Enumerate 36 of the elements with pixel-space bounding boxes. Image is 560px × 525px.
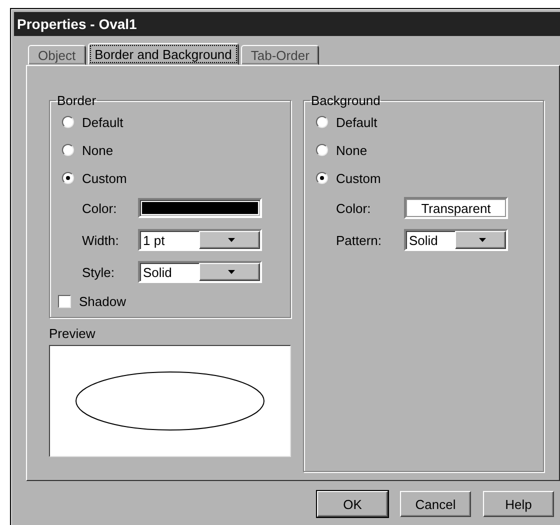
radio-button[interactable] bbox=[316, 144, 328, 156]
caret-icon bbox=[228, 270, 234, 274]
radio-label: None bbox=[336, 142, 368, 158]
checkbox[interactable] bbox=[58, 294, 71, 308]
tab[interactable]: Object bbox=[28, 45, 86, 65]
checkbox-label: Shadow bbox=[79, 294, 126, 308]
radio-label: Default bbox=[336, 114, 378, 130]
window-title: Properties - Oval1 bbox=[14, 12, 560, 36]
dialog-button[interactable]: OK bbox=[317, 491, 388, 517]
caret-icon bbox=[228, 238, 234, 242]
dropdown[interactable]: Solid bbox=[138, 261, 262, 283]
color-field[interactable]: Transparent bbox=[404, 197, 508, 219]
field-label: Color: bbox=[336, 200, 372, 216]
radio-button[interactable] bbox=[62, 172, 74, 184]
preview-label: Preview bbox=[49, 326, 96, 341]
field-label: Width: bbox=[82, 232, 120, 248]
group-title: Border bbox=[56, 93, 98, 108]
radio-button[interactable] bbox=[316, 172, 328, 184]
radio-button[interactable] bbox=[62, 116, 74, 128]
field-label: Style: bbox=[82, 264, 116, 280]
dialog-button[interactable]: Help bbox=[483, 491, 554, 517]
field-label: Pattern: bbox=[336, 232, 383, 248]
caret-icon bbox=[478, 238, 486, 242]
field-label: Color: bbox=[82, 200, 118, 216]
dropdown[interactable]: 1 pt bbox=[138, 229, 262, 251]
radio-label: None bbox=[82, 142, 114, 158]
dialog-button[interactable]: Cancel bbox=[400, 491, 471, 517]
dropdown[interactable]: Solid bbox=[404, 229, 508, 251]
radio-button[interactable] bbox=[316, 116, 328, 128]
group-title: Background bbox=[310, 93, 382, 108]
radio-label: Default bbox=[82, 114, 124, 130]
tab[interactable]: Tab-Order bbox=[240, 45, 320, 65]
radio-label: Custom bbox=[336, 170, 381, 186]
radio-label: Custom bbox=[82, 170, 127, 186]
tab[interactable]: Border and Background bbox=[88, 43, 239, 65]
radio-button[interactable] bbox=[62, 144, 74, 156]
